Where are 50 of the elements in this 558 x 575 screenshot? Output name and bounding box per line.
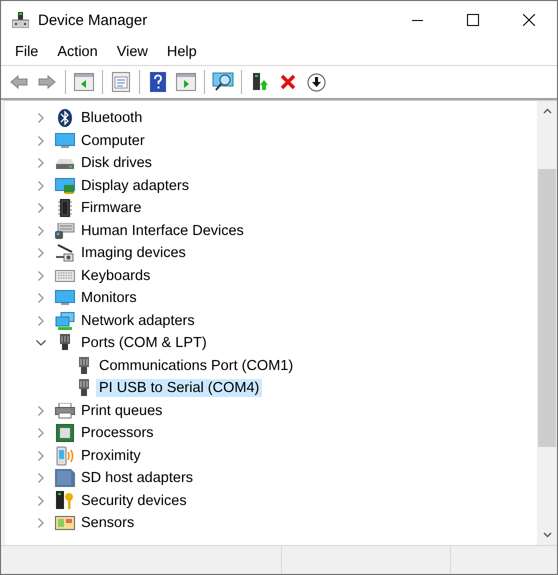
caret-down-icon [542, 532, 552, 538]
device-category-icon [54, 290, 76, 306]
device-category-icon [54, 516, 76, 530]
show-hide-tree-button[interactable] [73, 71, 95, 93]
caret-up-icon [542, 108, 552, 114]
tree-item[interactable]: Keyboards [78, 266, 154, 285]
tree-item[interactable]: SD host adapters [78, 469, 196, 488]
close-icon [523, 14, 535, 26]
download-button[interactable] [305, 71, 327, 93]
device-category-icon [54, 244, 76, 262]
device-category-icon [54, 490, 76, 511]
device-category-icon [54, 446, 76, 466]
tree-item[interactable]: Communications Port (COM1) [96, 356, 296, 375]
maximize-icon [467, 14, 479, 26]
menu-item[interactable]: View [108, 41, 156, 63]
window-title: Device Manager [38, 12, 148, 28]
device-category-icon [54, 178, 76, 194]
scan-hardware-button[interactable] [212, 71, 234, 93]
tree-item[interactable]: Bluetooth [78, 109, 146, 128]
tree-item[interactable]: Processors [78, 424, 157, 442]
device-category-icon [54, 132, 76, 149]
tree-item[interactable]: Imaging devices [78, 244, 189, 262]
tree-item[interactable]: Firmware [78, 199, 144, 218]
device-category-icon [54, 312, 76, 330]
device-category-icon [54, 402, 76, 419]
tree-item[interactable]: Sensors [78, 514, 138, 532]
properties-button[interactable] [110, 71, 132, 93]
tree-item[interactable]: Proximity [78, 446, 144, 465]
tree-item[interactable]: Disk drives [78, 154, 155, 172]
action-pane-button[interactable] [175, 71, 197, 93]
device-manager-icon [12, 12, 29, 28]
tree-item[interactable]: Security devices [78, 492, 190, 510]
tree-item[interactable]: Network adapters [78, 312, 198, 330]
tree-item[interactable]: Ports (COM & LPT) [78, 334, 210, 352]
help-button[interactable] [147, 71, 169, 93]
vertical-scrollbar[interactable] [537, 101, 557, 545]
tree-item[interactable]: Human Interface Devices [78, 222, 247, 240]
tree-item[interactable]: Print queues [78, 402, 166, 420]
menu-item[interactable]: Action [49, 41, 106, 63]
menu-item[interactable]: File [7, 41, 46, 63]
tree-item[interactable]: PI USB to Serial (COM4) [96, 379, 262, 398]
device-category-icon [54, 222, 76, 239]
device-category-icon [54, 469, 76, 488]
tree-item[interactable]: Monitors [78, 289, 140, 308]
tree-item[interactable]: Computer [78, 132, 148, 150]
menu-item[interactable]: Help [158, 41, 205, 63]
device-category-icon [54, 424, 76, 442]
scrollbar-thumb[interactable] [538, 169, 556, 447]
tree-item[interactable]: Display adapters [78, 176, 192, 195]
device-category-icon [54, 270, 76, 282]
